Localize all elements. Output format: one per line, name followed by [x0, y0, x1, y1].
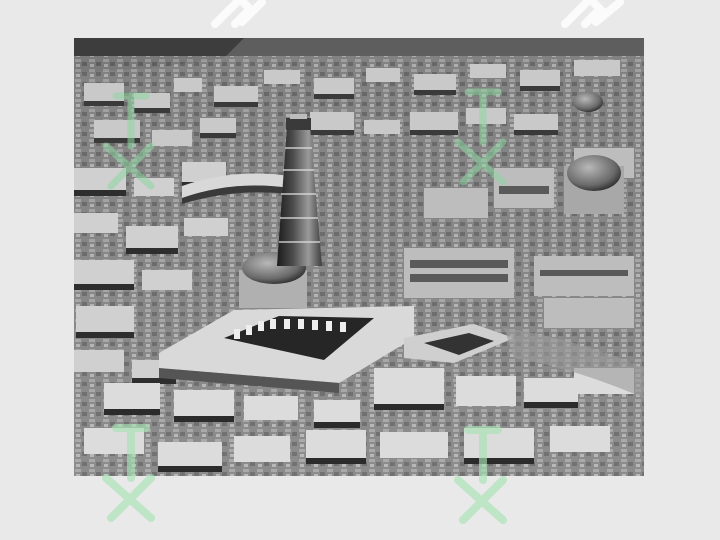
minaret-lantern — [286, 118, 311, 130]
right-dome — [567, 155, 621, 191]
aerial-photo — [74, 38, 644, 476]
far-dome — [573, 92, 603, 112]
watermark-mark-top-left — [210, 0, 270, 34]
aerial-photo-drawing — [74, 38, 644, 476]
slide-canvas — [0, 0, 720, 540]
watermark-mark-top-right — [560, 0, 630, 34]
